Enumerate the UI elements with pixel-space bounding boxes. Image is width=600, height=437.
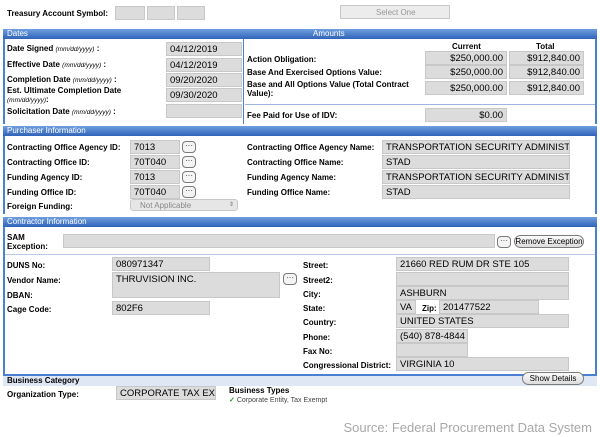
completion-date-label: Completion Date (mm/dd/yyyy) : — [7, 75, 117, 84]
purchaser-header: Purchaser Information — [3, 126, 597, 136]
sam-exception-lookup-button[interactable]: ··· — [497, 236, 511, 248]
est-completion-date-field[interactable]: 09/30/2020 — [166, 88, 242, 102]
treasury-select[interactable]: Select One — [340, 5, 450, 19]
vendor-name-field[interactable]: THRUVISION INC. — [112, 272, 280, 298]
effective-date-label: Effective Date (mm/dd/yyyy) : — [7, 60, 107, 69]
base-exercised-current[interactable]: $250,000.00 — [425, 65, 507, 79]
zip-field[interactable]: 201477522 — [439, 300, 539, 314]
funding-office-id-lookup-button[interactable]: ··· — [182, 186, 196, 198]
contracting-agency-id-lookup-button[interactable]: ··· — [182, 141, 196, 153]
source-caption: Source: Federal Procurement Data System — [343, 420, 592, 435]
contracting-office-id-field[interactable]: 70T040 — [130, 155, 180, 169]
contracting-office-name-label: Contracting Office Name: — [247, 158, 344, 167]
zip-label: Zip: — [422, 304, 437, 313]
funding-office-name-field[interactable]: STAD — [382, 185, 570, 199]
phone-field[interactable]: (540) 878-4844 — [396, 329, 468, 343]
contracting-agency-name-field[interactable]: TRANSPORTATION SECURITY ADMINISTRA — [382, 140, 570, 154]
dates-amounts-header: Dates Amounts — [3, 29, 597, 39]
dban-label: DBAN: — [7, 291, 33, 300]
business-types-label: Business Types — [229, 386, 290, 395]
date-signed-field[interactable]: 04/12/2019 — [166, 42, 242, 56]
cage-code-label: Cage Code: — [7, 305, 52, 314]
sam-exception-label: SAM Exception: — [7, 233, 48, 251]
contractor-header: Contractor Information — [3, 217, 597, 227]
funding-office-name-label: Funding Office Name: — [247, 188, 331, 197]
treasury-account-label: Treasury Account Symbol: — [7, 9, 109, 18]
congressional-district-field[interactable]: VIRGINIA 10 — [396, 357, 569, 371]
treasury-input-1[interactable] — [115, 6, 145, 20]
fee-paid-label: Fee Paid for Use of IDV: — [247, 111, 338, 120]
action-obligation-current[interactable]: $250,000.00 — [425, 51, 507, 65]
funding-agency-id-field[interactable]: 7013 — [130, 170, 180, 184]
base-exercised-total[interactable]: $912,840.00 — [509, 65, 584, 79]
phone-label: Phone: — [303, 333, 331, 342]
business-category-header: Business Category — [3, 374, 597, 386]
base-all-options-total[interactable]: $912,840.00 — [509, 81, 584, 95]
foreign-funding-label: Foreign Funding: — [7, 202, 73, 211]
congressional-district-label: Congressional District: — [303, 361, 392, 370]
street2-label: Street2: — [303, 276, 333, 285]
fee-paid-field[interactable]: $0.00 — [425, 108, 507, 122]
contracting-agency-id-label: Contracting Office Agency ID: — [7, 143, 121, 152]
cage-code-field[interactable]: 802F6 — [112, 301, 210, 315]
vendor-name-label: Vendor Name: — [7, 276, 61, 285]
contracting-office-id-label: Contracting Office ID: — [7, 158, 90, 167]
duns-field[interactable]: 080971347 — [112, 257, 210, 271]
treasury-input-3[interactable] — [177, 6, 205, 20]
show-details-button[interactable]: Show Details — [522, 372, 584, 385]
base-all-options-current[interactable]: $250,000.00 — [425, 81, 507, 95]
street-field[interactable]: 21660 RED RUM DR STE 105 — [396, 257, 569, 271]
foreign-funding-select[interactable]: Not Applicable ⇕ — [130, 199, 238, 211]
dates-header: Dates — [7, 29, 28, 38]
amounts-header: Amounts — [313, 29, 345, 38]
funding-agency-name-field[interactable]: TRANSPORTATION SECURITY ADMINISTRA — [382, 170, 570, 184]
est-completion-date-label: Est. Ultimate Completion Date (mm/dd/yyy… — [7, 86, 122, 104]
effective-date-field[interactable]: 04/12/2019 — [166, 58, 242, 72]
state-field[interactable]: VA — [396, 300, 416, 314]
panel-divider — [243, 39, 244, 124]
remove-exception-button[interactable]: Remove Exception — [514, 235, 584, 248]
state-label: State: — [303, 304, 326, 313]
action-obligation-label: Action Obligation: — [247, 55, 317, 64]
country-label: Country: — [303, 318, 337, 327]
city-label: City: — [303, 290, 321, 299]
fax-field[interactable] — [396, 343, 468, 357]
solicitation-date-label: Solicitation Date (mm/dd/yyyy) : — [7, 107, 116, 116]
contracting-agency-name-label: Contracting Office Agency Name: — [247, 143, 375, 152]
fax-label: Fax No: — [303, 347, 333, 356]
funding-agency-id-lookup-button[interactable]: ··· — [182, 171, 196, 183]
select-arrows-icon: ⇕ — [228, 202, 234, 208]
contractor-divider — [5, 254, 595, 255]
completion-date-field[interactable]: 09/20/2020 — [166, 73, 242, 87]
duns-label: DUNS No: — [7, 261, 46, 270]
treasury-input-2[interactable] — [147, 6, 175, 20]
base-exercised-label: Base And Exercised Options Value: — [247, 68, 382, 77]
funding-agency-id-label: Funding Agency ID: — [7, 173, 83, 182]
sam-exception-field[interactable] — [63, 234, 495, 248]
solicitation-date-field[interactable] — [166, 104, 242, 118]
street2-field[interactable] — [396, 272, 569, 286]
contracting-office-name-field[interactable]: STAD — [382, 155, 570, 169]
funding-agency-name-label: Funding Agency Name: — [247, 173, 337, 182]
contracting-office-id-lookup-button[interactable]: ··· — [182, 156, 196, 168]
base-all-options-label: Base and All Options Value (Total Contra… — [247, 80, 409, 98]
country-field[interactable]: UNITED STATES — [396, 314, 569, 328]
city-field[interactable]: ASHBURN — [396, 286, 569, 300]
fee-divider — [245, 104, 595, 105]
vendor-name-lookup-button[interactable]: ··· — [283, 273, 297, 285]
funding-office-id-field[interactable]: 70T040 — [130, 185, 180, 199]
date-signed-label: Date Signed (mm/dd/yyyy) : — [7, 44, 100, 53]
contracting-agency-id-field[interactable]: 7013 — [130, 140, 180, 154]
street-label: Street: — [303, 261, 329, 270]
funding-office-id-label: Funding Office ID: — [7, 188, 77, 197]
action-obligation-total[interactable]: $912,840.00 — [509, 51, 584, 65]
